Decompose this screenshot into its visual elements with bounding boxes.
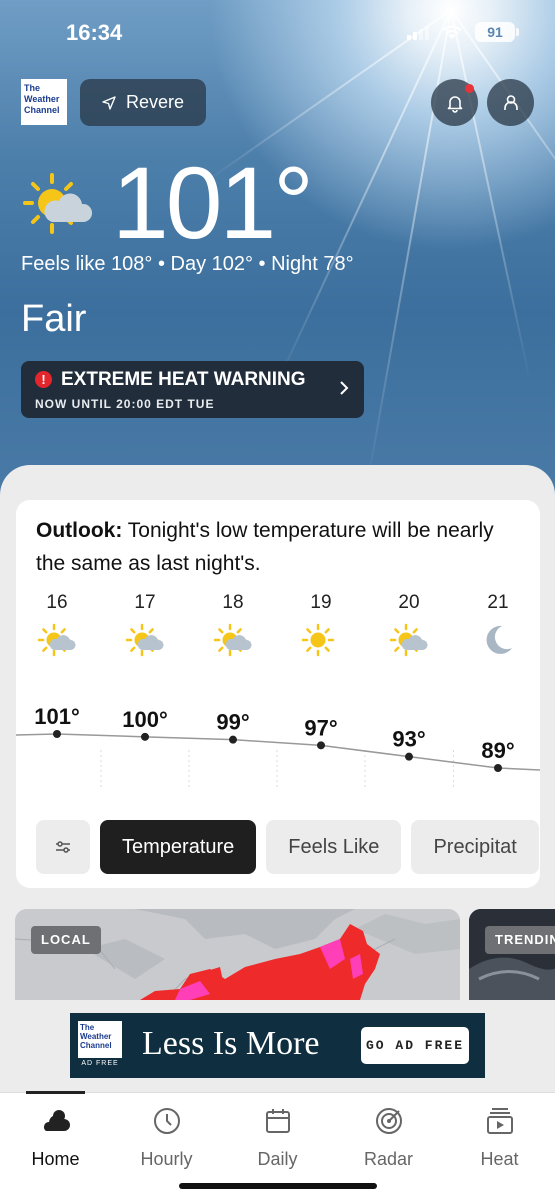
alert-subtitle: NOW UNTIL 20:00 EDT TUE <box>35 397 215 411</box>
temperature-point <box>317 741 325 750</box>
exclamation-icon: ! <box>35 371 52 388</box>
weather-channel-logo[interactable]: The Weather Channel <box>21 79 67 125</box>
tab-radar[interactable]: Radar <box>333 1093 444 1183</box>
temperature-value-label: 97° <box>304 715 337 740</box>
local-map-image <box>15 909 460 1000</box>
temperature-point <box>494 764 502 772</box>
forecast-day-label: 20 <box>398 592 420 613</box>
alert-title: EXTREME HEAT WARNING <box>61 369 306 390</box>
temperature-trend-chart: 101° 100° 99° 97° 93° 89° <box>16 704 540 790</box>
status-time: 16:34 <box>66 20 123 45</box>
heat-warning-alert[interactable]: ! EXTREME HEAT WARNING NOW UNTIL 20:00 E… <box>21 361 364 418</box>
sun-icon <box>301 620 341 660</box>
location-name: Revere <box>126 92 185 112</box>
condition-phrase: Fair <box>21 298 87 340</box>
location-arrow-icon <box>102 95 116 110</box>
trending-card[interactable]: TRENDIN <box>469 909 555 1000</box>
notifications-button[interactable] <box>431 79 478 126</box>
outlook-text: Outlook: Tonight's low temperature will … <box>36 519 494 575</box>
battery-indicator: 91 <box>475 22 519 42</box>
local-tag: LOCAL <box>31 926 101 954</box>
sun-cloud-icon <box>213 620 253 660</box>
temperature-value-label: 100° <box>122 707 168 732</box>
forecast-day-label: 19 <box>310 592 332 613</box>
cell-signal-icon <box>407 24 429 40</box>
profile-button[interactable] <box>487 79 534 126</box>
notification-dot <box>465 84 474 93</box>
tab-hourly[interactable]: Hourly <box>111 1093 222 1183</box>
wifi-icon <box>442 25 462 39</box>
ad-logo: The Weather Channel AD FREE <box>78 1021 122 1069</box>
sun-cloud-icon <box>23 173 93 234</box>
temperature-point <box>229 735 237 744</box>
chart-type-chips: Temperature Feels Like Precipitat <box>36 820 539 874</box>
user-icon <box>503 94 518 110</box>
temperature-trend-line <box>16 733 540 771</box>
temperature-point <box>141 732 149 741</box>
feels-like-line: Feels like 108° • Day 102° • Night 78° <box>21 253 354 275</box>
current-temperature: 101° <box>112 146 314 260</box>
temperature-point <box>405 752 413 761</box>
forecast-day-label: 21 <box>487 592 509 613</box>
ad-headline: Less Is More <box>142 1025 320 1062</box>
sun-cloud-icon <box>125 620 165 660</box>
temperature-point <box>53 730 61 738</box>
chevron-right-icon <box>340 381 349 395</box>
sliders-icon <box>56 841 70 853</box>
outlook-card: Outlook: Tonight's low temperature will … <box>16 500 540 888</box>
sun-cloud-icon <box>37 620 77 660</box>
status-bar: 16:34 91 <box>0 18 555 50</box>
go-ad-free-button[interactable]: GO AD FREE <box>361 1027 469 1064</box>
ad-banner[interactable]: The Weather Channel AD FREE Less Is More… <box>70 1013 485 1078</box>
bell-icon <box>447 95 462 113</box>
forecast-day-label: 17 <box>134 592 156 613</box>
trending-image <box>469 909 555 1000</box>
local-map-card[interactable]: LOCAL <box>15 909 460 1000</box>
forecast-day-label: 18 <box>222 592 244 613</box>
heat-video-icon <box>487 1108 513 1134</box>
clock-icon <box>154 1108 180 1134</box>
tab-heat[interactable]: Heat <box>444 1093 555 1183</box>
temperature-value-label: 99° <box>216 710 249 735</box>
chip-precipitation[interactable]: Precipitat <box>411 820 539 874</box>
sun-cloud-icon <box>389 620 429 660</box>
moon-icon <box>478 620 518 660</box>
chip-temperature[interactable]: Temperature <box>100 820 257 874</box>
tab-home[interactable]: Home <box>0 1093 111 1183</box>
cloud-icon <box>43 1110 70 1131</box>
temperature-value-label: 101° <box>34 704 80 729</box>
calendar-icon <box>266 1109 290 1133</box>
temperature-value-label: 93° <box>392 727 425 752</box>
trending-tag: TRENDIN <box>485 926 555 954</box>
chip-feels-like[interactable]: Feels Like <box>266 820 402 874</box>
tab-daily[interactable]: Daily <box>222 1093 333 1183</box>
home-indicator <box>179 1183 377 1189</box>
location-button[interactable]: Revere <box>80 79 206 126</box>
filter-button[interactable] <box>36 820 90 874</box>
forecast-day-label: 16 <box>46 592 68 613</box>
temperature-value-label: 89° <box>481 738 514 763</box>
radar-icon <box>376 1108 402 1134</box>
